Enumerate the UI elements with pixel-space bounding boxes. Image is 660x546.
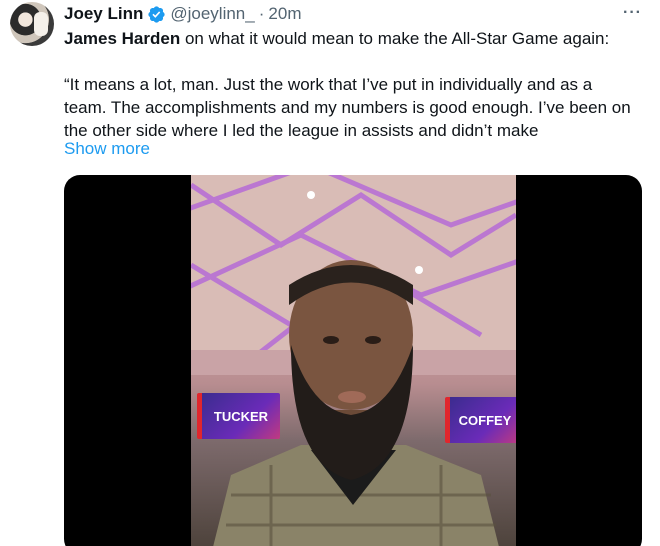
video-player[interactable]: TUCKER COFFEY [64, 175, 642, 546]
separator-dot: · [258, 4, 265, 23]
person-figure [213, 260, 499, 546]
author-name[interactable]: Joey Linn [64, 4, 143, 24]
timestamp[interactable]: 20m [268, 4, 301, 24]
more-options-icon[interactable]: ··· [623, 4, 642, 22]
author-handle[interactable]: @joeylinn_ [170, 4, 254, 24]
quote-line-1: “It means a lot, man. Just the work that… [64, 75, 593, 94]
avatar[interactable] [10, 2, 54, 46]
video-frame: TUCKER COFFEY [191, 175, 516, 546]
show-more-link[interactable]: Show more [64, 139, 150, 159]
tweet-line-1: on what it would mean to make the All-St… [180, 29, 610, 48]
tweet-header: Joey Linn @joeylinn_ · 20m [64, 3, 301, 25]
quote-line-3: the other side where I led the league in… [64, 121, 539, 140]
mention-james-harden: James Harden [64, 29, 181, 48]
verified-badge-icon [148, 5, 165, 23]
tweet-text: James Harden on what it would mean to ma… [64, 27, 654, 142]
tweet[interactable]: Joey Linn @joeylinn_ · 20m ··· James Har… [0, 0, 660, 546]
quote-line-2: team. The accomplishments and my numbers… [64, 98, 631, 117]
